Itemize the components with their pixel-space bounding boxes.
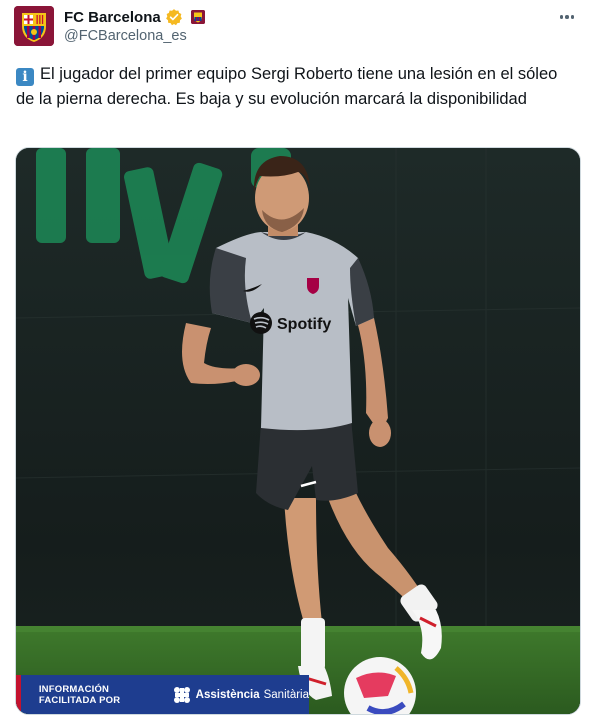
caption-brand-bold: Assistència [195,688,260,701]
verified-badge-icon [165,8,183,26]
account-name-row: FC Barcelona [64,7,205,27]
display-name[interactable]: FC Barcelona [64,9,161,26]
caption-brand-regular: Sanitària [263,688,309,701]
tweet-media-photo[interactable]: Spotify INFORMACIÓN FACILITADA POR Assis… [15,147,581,715]
information-icon: i [16,68,34,86]
account-handle[interactable]: @FCBarcelona_es [64,28,187,44]
caption-brand: Assistència Sanitària [172,685,309,705]
medical-cross-icon [173,686,190,703]
media-caption-bar: INFORMACIÓN FACILITADA POR Assistència Sa… [16,675,309,714]
tweet-text: i El jugador del primer equipo Sergi Robe… [16,62,566,111]
caption-prefix: INFORMACIÓN FACILITADA POR [38,683,121,706]
account-avatar[interactable] [14,6,54,46]
fc-barcelona-crest-icon [14,6,54,46]
more-dot [570,15,575,19]
tweet-body: El jugador del primer equipo Sergi Rober… [16,65,558,108]
more-options-icon[interactable] [555,8,579,26]
affiliation-crest-icon[interactable] [190,10,205,24]
more-dot [559,15,564,19]
more-dot [565,15,569,19]
jersey-sponsor-text: Spotify [277,316,331,333]
training-photo: Spotify [16,148,580,714]
